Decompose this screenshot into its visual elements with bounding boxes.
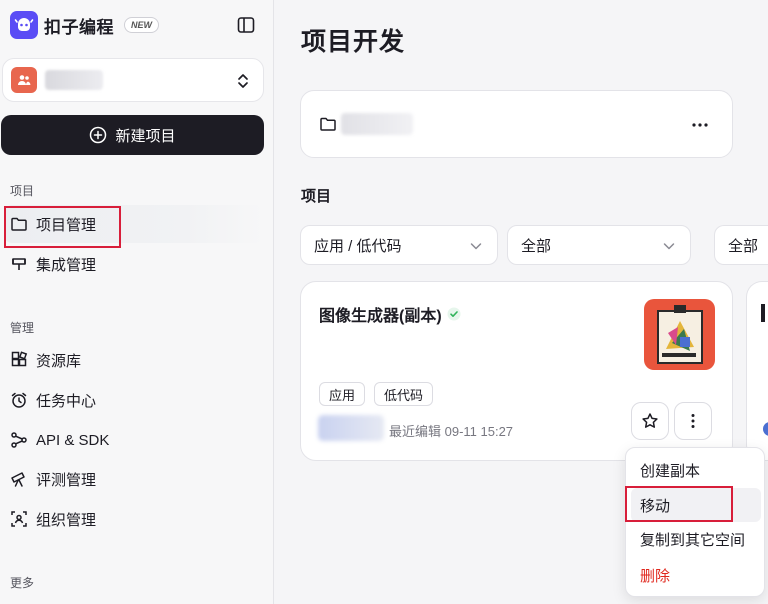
- folder-name-redacted: [341, 113, 413, 135]
- menu-item-copy-to-space[interactable]: 复制到其它空间: [631, 522, 761, 556]
- brand-name: 扣子编程: [44, 17, 114, 37]
- api-icon: [11, 432, 27, 448]
- sidebar-item-tasks[interactable]: 任务中心: [4, 381, 264, 419]
- section-title: 项目: [301, 188, 332, 205]
- project-thumbnail: [644, 299, 715, 370]
- org-icon: [11, 511, 27, 527]
- verified-check-icon: [447, 307, 461, 321]
- grid-icon: [11, 351, 28, 367]
- more-actions-button[interactable]: [674, 402, 712, 440]
- sidebar-item-resources[interactable]: 资源库: [4, 341, 264, 379]
- brand-row: 扣子编程 NEW: [10, 10, 264, 40]
- folder-icon: [320, 117, 336, 131]
- project-name: 图像生成器(副本): [319, 308, 442, 325]
- more-vertical-icon: [691, 414, 695, 428]
- project-context-menu: 创建副本 移动 复制到其它空间 删除: [625, 447, 765, 597]
- star-icon: [642, 413, 658, 428]
- favorite-button[interactable]: [631, 402, 669, 440]
- highlight-box: [625, 486, 733, 522]
- chevron-down-icon: [663, 243, 675, 250]
- sidebar-item-label: 组织管理: [36, 511, 97, 529]
- telescope-icon: [11, 472, 25, 487]
- workspace-selector[interactable]: [2, 58, 264, 102]
- section-label-manage: 管理: [10, 321, 35, 335]
- chevron-updown-icon: [238, 74, 248, 88]
- more-horizontal-icon[interactable]: [690, 115, 710, 135]
- sidebar-item-label: 任务中心: [36, 392, 97, 410]
- section-label-project: 项目: [10, 184, 35, 198]
- integration-icon: [12, 258, 26, 270]
- sidebar: 扣子编程 NEW 新建项目 项目 项目管理 集成管理 管理 资源库 任务中心 A…: [0, 0, 274, 604]
- page-title: 项目开发: [301, 28, 406, 56]
- plus-circle-icon: [90, 126, 107, 144]
- filter-value: 应用 / 低代码: [314, 237, 402, 255]
- new-project-label: 新建项目: [115, 127, 176, 145]
- sidebar-item-label: API & SDK: [36, 431, 110, 449]
- owner-filter-select[interactable]: 全部: [714, 225, 768, 265]
- tag-app: 应用: [319, 382, 366, 406]
- sidebar-item-org[interactable]: 组织管理: [4, 500, 264, 538]
- partial-avatar: [763, 422, 768, 436]
- sidebar-item-label: 集成管理: [36, 256, 97, 274]
- tag-lowcode: 低代码: [374, 382, 434, 406]
- sidebar-item-api-sdk[interactable]: API & SDK: [4, 421, 264, 459]
- sidebar-item-integration[interactable]: 集成管理: [4, 245, 264, 283]
- editor-avatar-redacted: [318, 415, 384, 441]
- sidebar-item-evaluation[interactable]: 评测管理: [4, 460, 264, 498]
- new-badge: NEW: [124, 17, 159, 33]
- project-card-partial[interactable]: [746, 281, 768, 461]
- new-project-button[interactable]: 新建项目: [1, 115, 264, 155]
- status-filter-select[interactable]: 全部: [507, 225, 691, 265]
- project-title: 图像生成器(副本): [319, 302, 461, 326]
- sidebar-item-label: 资源库: [36, 352, 82, 370]
- workspace-avatar: [11, 67, 37, 93]
- last-edited: 最近编辑 09-11 15:27: [389, 424, 514, 439]
- section-label-more: 更多: [10, 576, 35, 590]
- sidebar-toggle-icon[interactable]: [236, 15, 256, 35]
- menu-item-delete[interactable]: 删除: [631, 558, 761, 592]
- menu-item-duplicate[interactable]: 创建副本: [631, 453, 761, 487]
- workspace-name-redacted: [45, 70, 103, 90]
- project-card[interactable]: 图像生成器(副本) 应用 低代码 最近编辑 09-11 15:27: [300, 281, 733, 461]
- highlight-box: [4, 206, 121, 248]
- type-filter-select[interactable]: 应用 / 低代码: [300, 225, 498, 265]
- partial-title-glyph: [761, 304, 765, 322]
- filter-value: 全部: [521, 237, 552, 255]
- sidebar-item-label: 评测管理: [36, 471, 97, 489]
- folder-card[interactable]: [300, 90, 733, 158]
- logo-icon[interactable]: [10, 11, 38, 39]
- alarm-icon: [11, 392, 27, 408]
- chevron-down-icon: [470, 243, 482, 250]
- filter-value: 全部: [728, 237, 759, 255]
